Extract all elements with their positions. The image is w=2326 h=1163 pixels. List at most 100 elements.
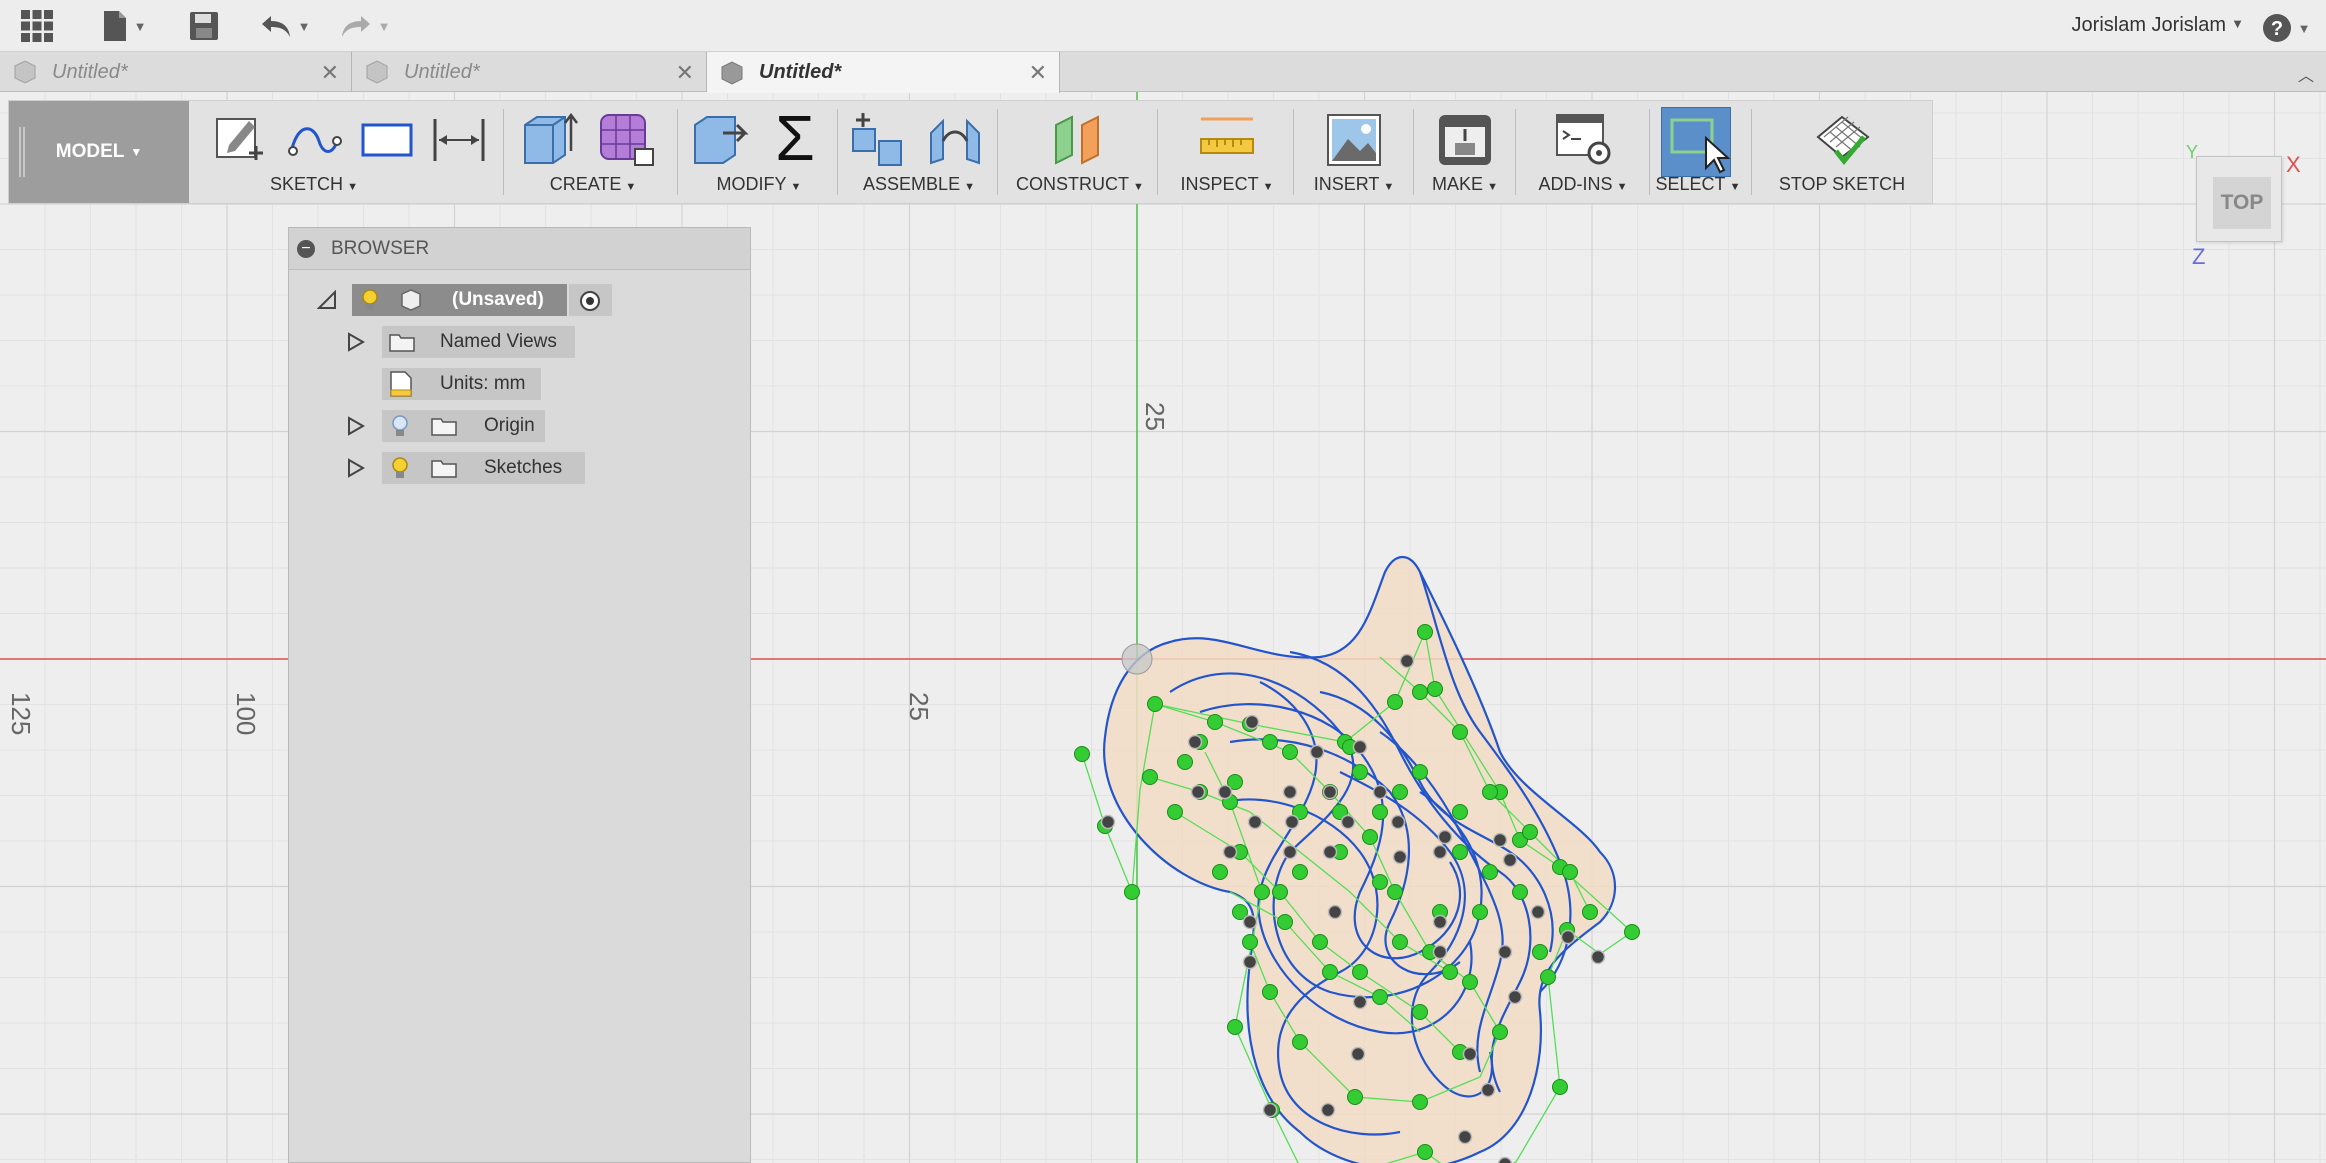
browser-item-units[interactable]: Units: mm	[289, 368, 752, 400]
fit-point[interactable]	[1392, 934, 1408, 950]
app-grid-button[interactable]	[18, 6, 56, 46]
control-point[interactable]	[1282, 784, 1298, 800]
save-button[interactable]	[186, 6, 222, 46]
fit-point[interactable]	[1452, 804, 1468, 820]
control-point[interactable]	[1352, 994, 1368, 1010]
control-point[interactable]	[1432, 944, 1448, 960]
browser-item-origin[interactable]: Origin	[289, 410, 752, 442]
control-point[interactable]	[1507, 989, 1523, 1005]
assemble-menu[interactable]: ASSEMBLE ▼	[845, 174, 993, 195]
control-point[interactable]	[1390, 814, 1406, 830]
document-tab-1[interactable]: Untitled* ✕	[0, 52, 352, 92]
collapse-triangle-icon[interactable]	[317, 290, 337, 310]
fit-point[interactable]	[1387, 694, 1403, 710]
control-point[interactable]	[1190, 784, 1206, 800]
control-point[interactable]	[1560, 929, 1576, 945]
collapse-icon[interactable]: −	[297, 239, 315, 258]
expand-triangle-icon[interactable]	[347, 416, 365, 436]
fit-point[interactable]	[1352, 764, 1368, 780]
toolbar-grip[interactable]	[19, 127, 25, 177]
help-button[interactable]: ? ▼	[2258, 8, 2314, 48]
control-point[interactable]	[1222, 844, 1238, 860]
control-point[interactable]	[1244, 714, 1260, 730]
measure-icon[interactable]	[1197, 111, 1257, 169]
fit-point[interactable]	[1167, 804, 1183, 820]
fit-point[interactable]	[1362, 829, 1378, 845]
fit-point[interactable]	[1254, 884, 1270, 900]
browser-item-sketches[interactable]: Sketches	[289, 452, 752, 484]
caret-down-icon[interactable]: ▼	[2231, 16, 2244, 31]
offset-plane-icon[interactable]	[1050, 111, 1110, 169]
control-point[interactable]	[1247, 814, 1263, 830]
fit-point[interactable]	[1452, 724, 1468, 740]
close-icon[interactable]: ✕	[321, 60, 339, 86]
fit-point[interactable]	[1352, 964, 1368, 980]
control-point[interactable]	[1217, 784, 1233, 800]
modify-menu[interactable]: MODIFY ▼	[685, 174, 833, 195]
fit-point[interactable]	[1142, 769, 1158, 785]
control-point[interactable]	[1322, 784, 1338, 800]
control-point[interactable]	[1262, 1102, 1278, 1118]
inspect-menu[interactable]: INSPECT ▼	[1165, 174, 1289, 195]
control-point[interactable]	[1432, 914, 1448, 930]
control-point[interactable]	[1392, 849, 1408, 865]
fit-point[interactable]	[1262, 984, 1278, 1000]
fit-point[interactable]	[1347, 1089, 1363, 1105]
sketch-menu[interactable]: SKETCH ▼	[189, 174, 439, 195]
expand-triangle-icon[interactable]	[347, 332, 365, 352]
fit-point[interactable]	[1532, 944, 1548, 960]
fit-point[interactable]	[1427, 681, 1443, 697]
lightbulb-off-icon[interactable]	[389, 414, 411, 438]
fit-point[interactable]	[1522, 824, 1538, 840]
fit-point[interactable]	[1372, 804, 1388, 820]
expand-triangle-icon[interactable]	[347, 458, 365, 478]
fit-point[interactable]	[1472, 904, 1488, 920]
fit-point[interactable]	[1412, 684, 1428, 700]
control-point[interactable]	[1322, 844, 1338, 860]
fit-point[interactable]	[1582, 904, 1598, 920]
fit-point[interactable]	[1482, 784, 1498, 800]
fit-point[interactable]	[1322, 964, 1338, 980]
fit-point[interactable]	[1392, 784, 1408, 800]
lightbulb-icon[interactable]	[359, 288, 381, 312]
fit-point[interactable]	[1312, 934, 1328, 950]
document-tab-2[interactable]: Untitled* ✕	[352, 52, 707, 92]
make-menu[interactable]: MAKE ▼	[1419, 174, 1511, 195]
insert-image-icon[interactable]	[1324, 111, 1384, 169]
fit-point[interactable]	[1292, 1034, 1308, 1050]
redo-button[interactable]: ▼	[336, 6, 394, 46]
control-point[interactable]	[1100, 814, 1116, 830]
fit-point[interactable]	[1442, 964, 1458, 980]
form-icon[interactable]	[597, 111, 657, 169]
stop-sketch-icon[interactable]	[1812, 111, 1872, 169]
press-pull-icon[interactable]	[689, 111, 749, 169]
control-point[interactable]	[1437, 829, 1453, 845]
fit-point[interactable]	[1417, 1144, 1433, 1160]
control-point[interactable]	[1340, 814, 1356, 830]
file-menu-button[interactable]: ▼	[96, 6, 152, 46]
addins-menu[interactable]: ADD-INS ▼	[1521, 174, 1645, 195]
fit-point[interactable]	[1227, 1019, 1243, 1035]
control-point[interactable]	[1284, 814, 1300, 830]
fit-point[interactable]	[1452, 844, 1468, 860]
document-tab-3-active[interactable]: Untitled* ✕	[707, 52, 1060, 93]
create-menu[interactable]: CREATE ▼	[513, 174, 673, 195]
control-point[interactable]	[1187, 734, 1203, 750]
fit-point[interactable]	[1212, 864, 1228, 880]
construct-menu[interactable]: CONSTRUCT ▼	[1005, 174, 1155, 195]
control-point[interactable]	[1590, 949, 1606, 965]
close-icon[interactable]: ✕	[1029, 60, 1047, 86]
browser-item-named-views[interactable]: Named Views	[289, 326, 752, 358]
sketch-origin-marker[interactable]	[1121, 643, 1153, 675]
fit-point[interactable]	[1512, 884, 1528, 900]
fit-point[interactable]	[1552, 1079, 1568, 1095]
control-point[interactable]	[1372, 784, 1388, 800]
fit-point[interactable]	[1492, 1024, 1508, 1040]
fit-point[interactable]	[1562, 864, 1578, 880]
control-point[interactable]	[1327, 904, 1343, 920]
fit-point[interactable]	[1372, 874, 1388, 890]
browser-header[interactable]: − BROWSER	[289, 228, 750, 270]
chevron-up-icon[interactable]: ︿	[2298, 62, 2314, 86]
user-name[interactable]: Jorislam Jorislam	[2072, 14, 2226, 37]
control-point[interactable]	[1480, 1082, 1496, 1098]
